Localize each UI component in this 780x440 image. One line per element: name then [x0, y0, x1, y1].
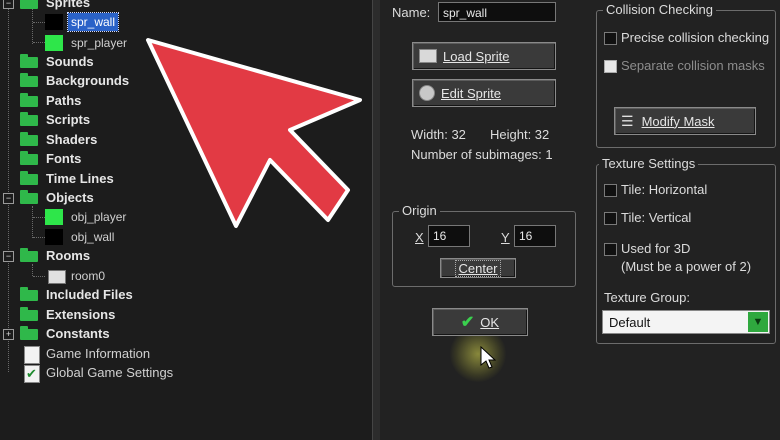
tree-label: Game Information [46, 346, 151, 361]
power-of-two-note: (Must be a power of 2) [621, 259, 752, 274]
name-field[interactable]: spr_wall [438, 2, 556, 22]
tree-line [32, 264, 33, 276]
tree-label: obj_player [71, 210, 127, 224]
tree-label: room0 [71, 269, 106, 283]
used-for-3d-checkbox[interactable] [604, 243, 617, 256]
origin-title: Origin [399, 203, 440, 218]
height-text: Height: 32 [490, 127, 550, 142]
resource-tree: − Sprites spr_wall spr_player Sounds Bac… [0, 0, 372, 440]
name-label: Name: [392, 5, 431, 20]
origin-y-field[interactable]: 16 [514, 225, 556, 247]
load-sprite-label: Load Sprite [443, 48, 510, 64]
collapse-icon[interactable]: − [3, 193, 14, 204]
tree-label: Extensions [46, 307, 116, 322]
tree-line [33, 22, 45, 23]
ok-label: OK [480, 314, 500, 330]
origin-x-field[interactable]: 16 [428, 225, 470, 247]
precise-collision-checkbox[interactable] [604, 32, 617, 45]
tree-line [8, 0, 9, 372]
tile-horizontal-checkbox[interactable] [604, 184, 617, 197]
tree-label: spr_wall [66, 12, 120, 32]
checkmark-icon: ✔ [460, 314, 475, 331]
modify-mask-label: Modify Mask [641, 113, 715, 129]
folder-icon [20, 112, 38, 126]
tree-label: Sprites [46, 0, 91, 10]
folder-icon [20, 307, 38, 321]
folder-icon [20, 248, 38, 262]
tree-label: Included Files [46, 287, 133, 302]
load-sprite-button[interactable]: Load Sprite [412, 42, 556, 70]
collapse-icon[interactable]: − [3, 251, 14, 262]
tile-vertical-label: Tile: Vertical [621, 210, 692, 225]
tree-label: Shaders [46, 132, 98, 147]
folder-icon [20, 190, 38, 204]
tree-label: Global Game Settings [46, 365, 174, 380]
tree-label: Constants [46, 326, 110, 341]
tree-label: Sounds [46, 54, 94, 69]
precise-collision-label: Precise collision checking [621, 30, 770, 45]
center-button[interactable]: Center [440, 258, 516, 278]
tree-label: Time Lines [46, 171, 114, 186]
pointer-arrow [146, 38, 362, 228]
tree-line [33, 217, 45, 218]
texture-group-select[interactable]: Default ▼ [602, 310, 770, 334]
texture-group-value: Default [609, 315, 651, 330]
mouse-cursor-icon [480, 346, 496, 369]
sprite-thumb-icon [45, 14, 63, 30]
expand-icon[interactable]: + [3, 329, 14, 340]
tree-line [33, 42, 45, 43]
tree-label: Scripts [46, 112, 91, 127]
tree-line [33, 237, 45, 238]
room-icon [48, 270, 66, 284]
origin-y-label: Y [501, 230, 510, 245]
center-label: Center [455, 259, 501, 277]
ok-button[interactable]: ✔ OK [432, 308, 528, 336]
document-icon [24, 346, 40, 364]
separate-masks-checkbox[interactable] [604, 60, 617, 73]
tree-label: obj_wall [71, 230, 115, 244]
tree-line [32, 206, 33, 238]
edit-sprite-label: Edit Sprite [441, 85, 501, 101]
mask-icon: ☰ [621, 112, 634, 129]
texture-group-label: Texture Group: [604, 290, 690, 305]
folder-icon [20, 132, 38, 146]
folder-icon [20, 326, 38, 340]
tile-vertical-checkbox[interactable] [604, 212, 617, 225]
tree-label: spr_player [71, 36, 128, 50]
origin-x-label: X [415, 230, 424, 245]
edit-icon [419, 85, 435, 101]
collapse-icon[interactable]: − [3, 0, 14, 9]
folder-icon [20, 54, 38, 68]
folder-icon [20, 171, 38, 185]
sprite-properties-panel: Name: spr_wall Load Sprite Edit Sprite W… [380, 0, 780, 440]
folder-icon [20, 0, 38, 9]
tree-label: Objects [46, 190, 94, 205]
subimages-text: Number of subimages: 1 [411, 147, 553, 162]
tree-line [33, 276, 45, 277]
used-for-3d-label: Used for 3D [621, 241, 691, 256]
separate-masks-label: Separate collision masks [621, 58, 765, 73]
sprite-thumb-icon [45, 229, 63, 245]
tile-horizontal-label: Tile: Horizontal [621, 182, 708, 197]
width-text: Width: 32 [411, 127, 466, 142]
folder-icon [20, 93, 38, 107]
tree-label: Rooms [46, 248, 91, 263]
pointer-arrow-shape [146, 38, 362, 228]
edit-sprite-button[interactable]: Edit Sprite [412, 79, 556, 107]
folder-icon [20, 73, 38, 87]
dropdown-arrow-icon[interactable]: ▼ [748, 312, 768, 332]
tree-label: Backgrounds [46, 73, 130, 88]
checklist-icon [24, 365, 40, 383]
tree-label: Fonts [46, 151, 82, 166]
folder-icon [20, 151, 38, 165]
sprite-thumb-icon [45, 209, 63, 225]
load-icon [419, 49, 437, 63]
texture-title: Texture Settings [599, 156, 699, 171]
modify-mask-button[interactable]: ☰ Modify Mask [614, 107, 756, 135]
collision-title: Collision Checking [603, 2, 716, 17]
tree-label: Paths [46, 93, 82, 108]
folder-icon [20, 287, 38, 301]
sprite-thumb-icon [45, 35, 63, 51]
